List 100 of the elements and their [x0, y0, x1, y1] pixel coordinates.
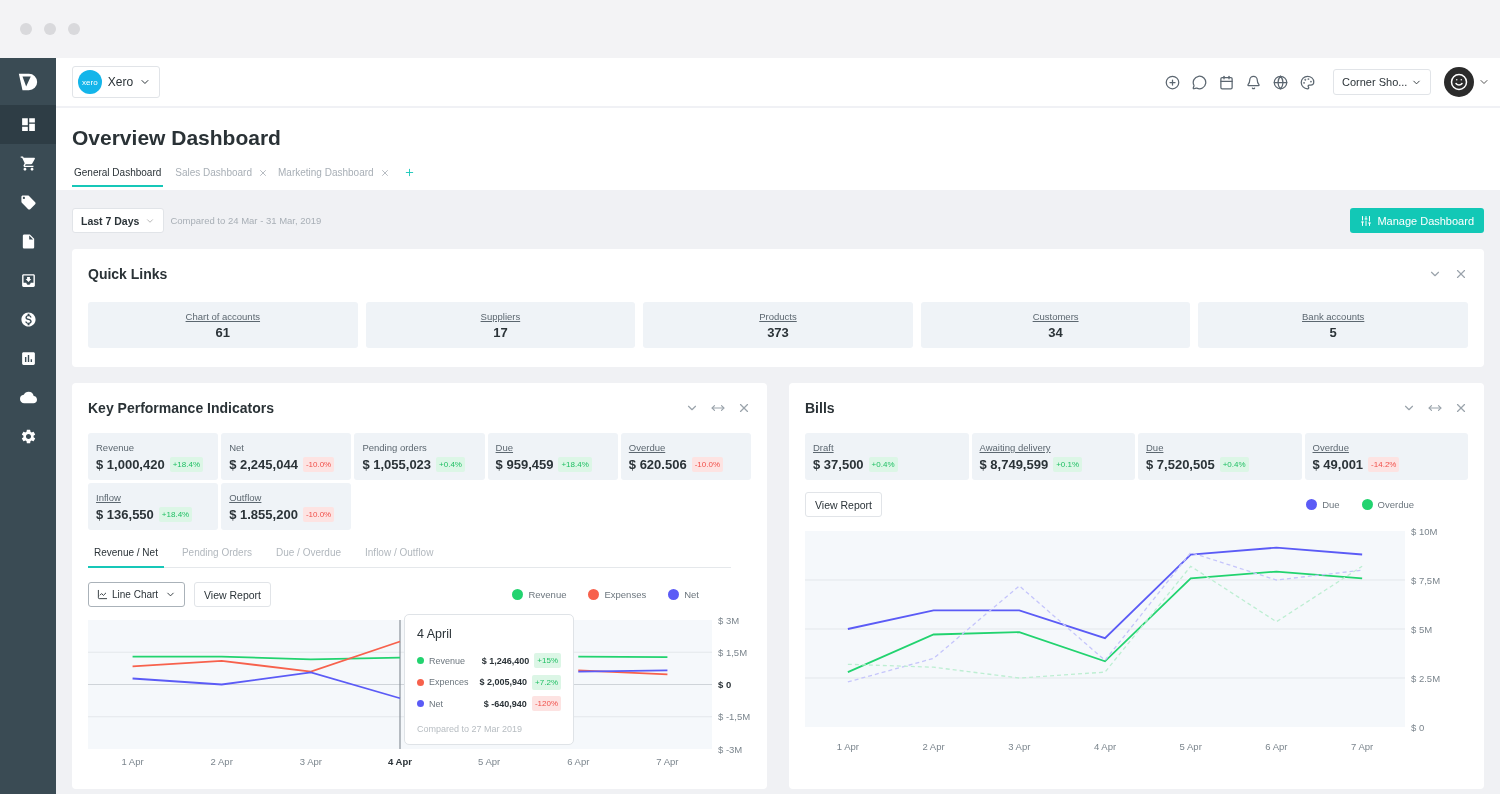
- axis-label: 5 Apr: [1179, 741, 1202, 752]
- shop-select[interactable]: Corner Sho...: [1333, 69, 1431, 95]
- stat-label: Revenue: [96, 442, 136, 453]
- tooltip-label: Expences: [429, 677, 470, 688]
- axis-label: 2 Apr: [922, 741, 945, 752]
- quick-link[interactable]: Suppliers: [480, 310, 521, 322]
- axis-label: 1 Apr: [121, 756, 144, 767]
- tooltip-note: Compared to 27 Mar 2019: [417, 723, 524, 734]
- chart-tab[interactable]: Revenue / Net: [88, 543, 164, 568]
- stat-link[interactable]: Awaiting delivery: [979, 442, 1127, 453]
- stat-link[interactable]: Draft: [813, 442, 961, 453]
- axis-label: 6 Apr: [1265, 741, 1288, 752]
- stat-link[interactable]: Due: [495, 442, 610, 453]
- inbox-icon: [19, 272, 37, 289]
- line-chart-icon: [97, 589, 108, 600]
- dashboard-tab[interactable]: General Dashboard: [72, 167, 164, 187]
- stat-link[interactable]: Inflow: [96, 492, 211, 503]
- card-title: Key Performance Indicators: [88, 400, 275, 416]
- stat-value: $ 136,550: [96, 507, 154, 522]
- change-badge: -120%: [531, 696, 561, 712]
- stat-link[interactable]: Overdue: [628, 442, 743, 453]
- legend-label: Expenses: [604, 589, 647, 600]
- quick-link-count: 5: [1329, 324, 1337, 340]
- quick-link-tile[interactable]: Customers 34: [920, 302, 1191, 348]
- change-badge: +0.1%: [1053, 457, 1083, 472]
- chat-icon[interactable]: [1192, 74, 1207, 90]
- comparison-text: Compared to 24 Mar - 31 Mar, 2019: [170, 215, 322, 226]
- axis-label: 3 Apr: [299, 756, 322, 767]
- axis-label: 4 Apr: [1093, 741, 1117, 752]
- stat-value: $ 49,001: [1312, 457, 1364, 472]
- axis-label: $ 1,5M: [718, 646, 748, 658]
- change-badge: +18.4%: [158, 507, 193, 522]
- axis-label: 6 Apr: [567, 756, 590, 767]
- cloud-icon: [19, 389, 37, 406]
- card-title: Quick Links: [88, 266, 169, 282]
- stat-value: $ 2,245,044: [229, 457, 298, 472]
- axis-label: $ 2.5M: [1411, 672, 1441, 684]
- change-badge: +0.4%: [1219, 457, 1249, 472]
- calendar-icon[interactable]: [1219, 74, 1234, 90]
- logo-icon[interactable]: [17, 71, 39, 93]
- quick-link-count: 373: [767, 324, 789, 340]
- change-badge: -10.0%: [302, 457, 335, 472]
- add-icon[interactable]: [1165, 74, 1180, 90]
- quick-link[interactable]: Bank accounts: [1302, 310, 1365, 322]
- axis-label: $ 0: [1411, 721, 1425, 733]
- sidebar-item[interactable]: [0, 105, 56, 144]
- chart-type-select[interactable]: Line Chart: [88, 582, 185, 607]
- legend-label: Due: [1322, 499, 1340, 510]
- quick-link-count: 34: [1048, 324, 1063, 340]
- axis-label: $ 0: [718, 679, 732, 690]
- legend-label: Net: [684, 589, 699, 600]
- settings-icon: [19, 428, 37, 445]
- organization-select[interactable]: xero Xero: [72, 66, 160, 98]
- quick-link-count: 61: [215, 324, 231, 340]
- close-icon[interactable]: [1454, 401, 1468, 415]
- axis-label: 5 Apr: [478, 756, 501, 767]
- bell-icon[interactable]: [1246, 74, 1261, 90]
- quick-link-tile[interactable]: Bank accounts 5: [1198, 302, 1468, 348]
- globe-icon[interactable]: [1273, 74, 1288, 90]
- tooltip-label: Net: [429, 698, 444, 709]
- change-badge: +0.4%: [436, 457, 465, 472]
- view-report-button[interactable]: View Report: [805, 492, 882, 517]
- card-title: Bills: [805, 400, 836, 416]
- stat-link[interactable]: Due: [1146, 442, 1294, 453]
- tag-icon: [19, 194, 37, 211]
- avatar[interactable]: [1444, 67, 1474, 97]
- quick-link-tile[interactable]: Suppliers 17: [365, 302, 636, 348]
- stat-link[interactable]: Overdue: [1312, 442, 1460, 453]
- quick-link[interactable]: Chart of accounts: [185, 310, 261, 322]
- tooltip-label: Revenue: [429, 655, 467, 666]
- axis-label: $ -3M: [718, 743, 743, 755]
- dashboard-icon: [19, 116, 37, 133]
- quick-link-tile[interactable]: Chart of accounts 61: [88, 302, 358, 348]
- tooltip-value: $ 2,005,940: [479, 677, 528, 688]
- axis-label: 7 Apr: [656, 756, 679, 767]
- close-icon[interactable]: [1454, 267, 1468, 281]
- cart-icon: [19, 155, 37, 172]
- dollar-icon: [19, 311, 37, 328]
- close-icon[interactable]: [737, 401, 751, 415]
- stat-value: $ 7,520,505: [1146, 457, 1215, 472]
- quick-link-tile[interactable]: Products 373: [643, 302, 913, 348]
- quick-link[interactable]: Customers: [1032, 310, 1079, 322]
- axis-label: $ 7,5M: [1411, 574, 1441, 586]
- stat-link[interactable]: Outflow: [229, 492, 344, 503]
- tooltip-title: 4 April: [417, 627, 453, 641]
- view-report-button[interactable]: View Report: [194, 582, 271, 607]
- tooltip-value: $ 1,246,400: [481, 655, 530, 666]
- change-badge: -10.0%: [691, 457, 723, 472]
- quick-link-count: 17: [493, 324, 508, 340]
- axis-label: 7 Apr: [1351, 741, 1374, 752]
- tooltip-value: $ -640,940: [483, 698, 527, 709]
- xero-logo: xero: [78, 70, 102, 94]
- period-select[interactable]: Last 7 Days: [72, 208, 165, 233]
- quick-link[interactable]: Products: [759, 310, 797, 322]
- change-badge: +0.4%: [868, 457, 898, 472]
- stat-label: Net: [229, 442, 245, 453]
- palette-icon[interactable]: [1300, 74, 1315, 90]
- stat-value: $ 620.506: [628, 457, 687, 472]
- page-title: Overview Dashboard: [72, 126, 282, 150]
- sliders-icon: [1360, 214, 1373, 227]
